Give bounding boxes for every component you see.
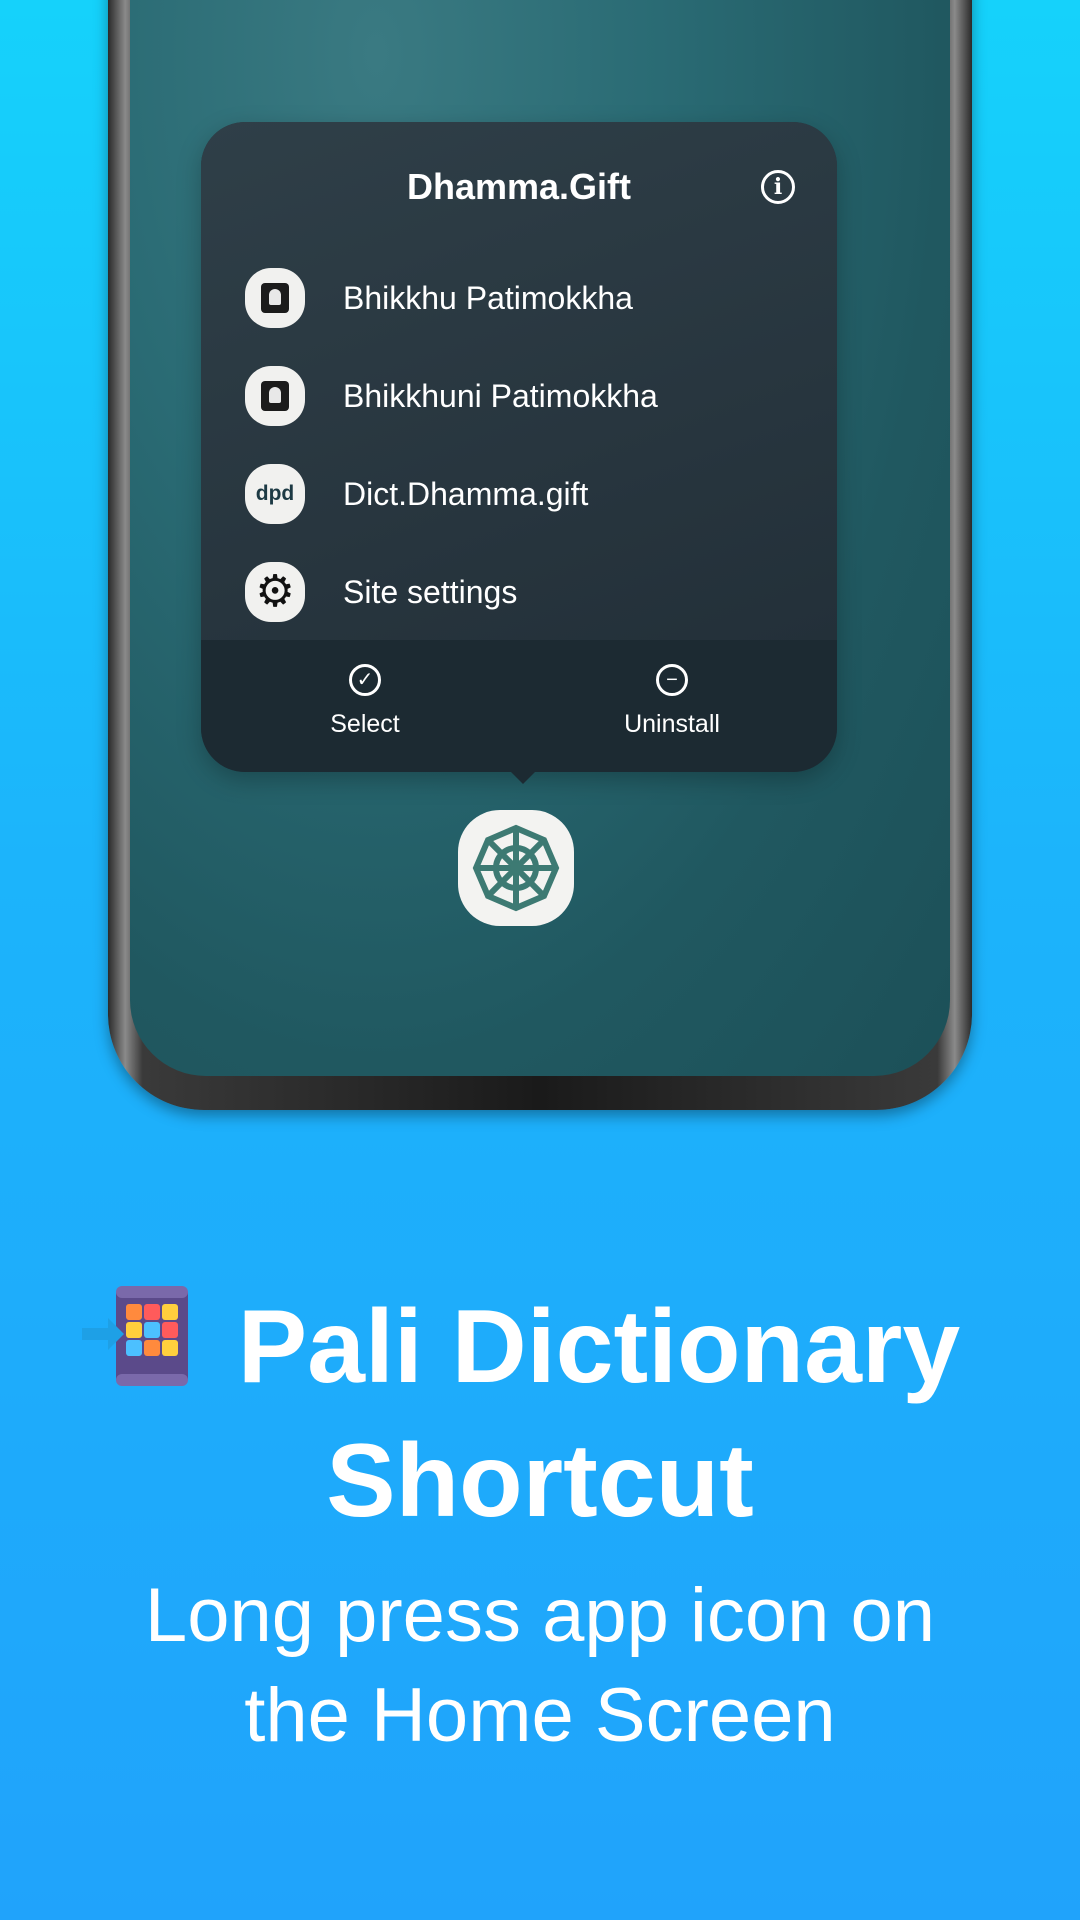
headline-line-2: Shortcut: [326, 1423, 754, 1539]
headline-line-1: Pali Dictionary: [0, 1280, 1080, 1414]
shortcut-label: Bhikkhu Patimokkha: [343, 279, 633, 316]
dharma-wheel-graphic: [472, 824, 560, 912]
dpd-icon: dpd: [245, 464, 305, 524]
gear-icon: ⚙: [245, 562, 305, 622]
dharma-wheel-icon[interactable]: [458, 810, 574, 926]
headline-text-1: Pali Dictionary: [237, 1289, 961, 1405]
shortcut-bhikkhu-patimokkha[interactable]: Bhikkhu Patimokkha: [245, 258, 797, 338]
minus-circle-icon: −: [656, 664, 688, 696]
popup-pointer: [509, 770, 537, 784]
popup-actions: ✓ Select − Uninstall: [201, 640, 837, 772]
shortcut-label: Bhikkhuni Patimokkha: [343, 377, 658, 414]
shortcut-label: Dict.Dhamma.gift: [343, 475, 589, 512]
monk-book-icon: [245, 366, 305, 426]
shortcut-dict-dhamma-gift[interactable]: dpd Dict.Dhamma.gift: [245, 454, 797, 534]
select-button[interactable]: ✓ Select: [265, 664, 465, 739]
shortcut-label: Site settings: [343, 573, 518, 610]
subtitle: Long press app icon on the Home Screen: [0, 1566, 1080, 1766]
subtitle-line-1: Long press app icon on: [144, 1573, 936, 1658]
uninstall-button[interactable]: − Uninstall: [572, 664, 772, 739]
app-grid-shortcut-icon: [81, 1284, 192, 1388]
shortcut-site-settings[interactable]: ⚙ Site settings: [245, 552, 797, 632]
app-shortcut-popup: Dhamma.Gift i Bhikkhu Patimokkha Bhikkhu…: [201, 122, 837, 784]
check-circle-icon: ✓: [349, 664, 381, 696]
headline: Pali Dictionary Shortcut: [0, 1280, 1080, 1548]
popup-title: Dhamma.Gift: [406, 166, 632, 207]
monk-book-icon: [245, 268, 305, 328]
select-label: Select: [330, 710, 400, 738]
uninstall-label: Uninstall: [624, 710, 720, 738]
info-icon[interactable]: i: [761, 170, 795, 204]
popup-body: Dhamma.Gift i Bhikkhu Patimokkha Bhikkhu…: [201, 122, 837, 640]
subtitle-line-2: the Home Screen: [244, 1673, 836, 1758]
shortcut-bhikkhuni-patimokkha[interactable]: Bhikkhuni Patimokkha: [245, 356, 797, 436]
